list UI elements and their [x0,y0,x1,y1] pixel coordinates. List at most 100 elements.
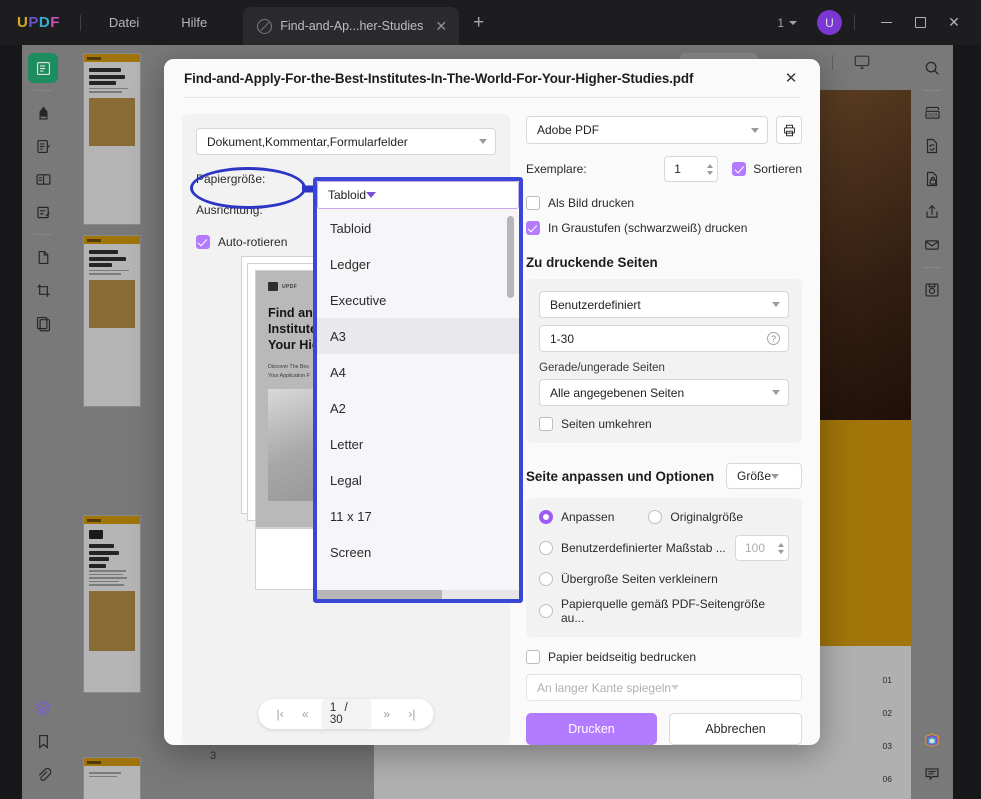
collate-label: Sortieren [753,162,802,176]
option-legal[interactable]: Legal [317,462,519,498]
printer-icon [783,124,795,136]
preview-logo-mark [268,282,278,291]
chevron-down-icon [771,473,780,479]
source-row: Papierquelle gemäß PDF-Seitengröße au... [539,597,789,625]
prev-page-button[interactable]: « [294,701,317,727]
grayscale-checkbox[interactable] [526,221,540,235]
pages-mode-select[interactable]: Benutzerdefiniert [539,291,789,318]
page-separator: / [344,702,348,714]
radio-paper-source[interactable] [539,604,553,618]
last-page-button[interactable]: ›| [400,701,423,727]
collate-row[interactable]: Sortieren [732,162,802,176]
chevron-down-icon [772,302,780,307]
radio-original[interactable] [648,510,663,524]
option-letter[interactable]: Letter [317,426,519,462]
chevron-down-icon [772,390,780,395]
close-dialog-button[interactable]: ✕ [780,67,802,89]
dialog-right-panel: Adobe PDF Exemplare: 1 Sortieren Als Bil… [526,114,802,745]
stepper-down-icon[interactable] [778,549,784,554]
dialog-title: Find-and-Apply-For-the-Best-Institutes-I… [184,70,694,86]
reverse-pages-label: Seiten umkehren [561,417,652,431]
option-a3[interactable]: A3 [317,318,519,354]
pages-card: Benutzerdefiniert 1-30 ? Gerade/ungerade… [526,279,802,443]
pages-range-input[interactable]: 1-30 ? [539,325,789,352]
fit-section-title: Seite anpassen und Optionen [526,468,715,484]
next-page-button[interactable]: » [375,701,398,727]
pages-range-value: 1-30 [550,331,575,346]
radio-shrink[interactable] [539,572,553,586]
shrink-row: Übergroße Seiten verkleinern [539,572,789,586]
radio-custom-scale[interactable] [539,541,553,555]
print-as-image-label: Als Bild drucken [548,196,635,210]
fit-section-title-row: Seite anpassen und Optionen Größe [526,463,802,489]
print-as-image-row[interactable]: Als Bild drucken [526,196,802,210]
odd-even-label: Gerade/ungerade Seiten [539,362,665,374]
total-pages: 30 [329,714,343,726]
flip-select: An langer Kante spiegeln [526,674,802,701]
option-executive[interactable]: Executive [317,282,519,318]
size-select[interactable]: Größe [726,463,802,489]
odd-even-value: Alle angegebenen Seiten [550,385,685,400]
option-a2[interactable]: A2 [317,390,519,426]
radio-fit[interactable] [539,510,553,524]
grayscale-label: In Graustufen (schwarzweiß) drucken [548,221,748,235]
printer-properties-button[interactable] [776,116,802,144]
duplex-checkbox[interactable] [526,650,540,664]
stepper-arrows[interactable] [778,542,784,554]
dropdown-vertical-scrollbar[interactable] [507,216,514,298]
fit-radio-row: Anpassen Originalgröße [539,510,789,524]
paper-size-label: Papiergröße: [196,172,266,186]
fit-card: Anpassen Originalgröße Benutzerdefiniert… [526,498,802,637]
app-window: U P D F Datei Hilfe Find-and-Ap...her-St… [0,0,981,799]
pages-mode-value: Benutzerdefiniert [550,297,641,312]
copies-stepper[interactable]: 1 [664,156,719,182]
option-11x17[interactable]: 11 x 17 [317,498,519,534]
option-ledger[interactable]: Ledger [317,246,519,282]
custom-scale-value: 100 [745,541,766,555]
radio-fit-label: Anpassen [561,510,615,524]
page-indicator[interactable]: 1 / 30 [320,699,372,729]
printer-row: Adobe PDF [526,116,802,144]
dropdown-horizontal-scrollbar[interactable] [317,590,519,599]
radio-shrink-label: Übergroße Seiten verkleinern [561,572,718,586]
collate-checkbox[interactable] [732,162,747,176]
radio-custom-scale-label: Benutzerdefinierter Maßstab ... [561,541,726,555]
copies-label: Exemplare: [526,162,587,176]
dialog-header: Find-and-Apply-For-the-Best-Institutes-I… [164,59,820,98]
help-icon[interactable]: ? [767,332,780,345]
pages-section-title: Zu druckende Seiten [526,255,658,270]
stepper-up-icon[interactable] [778,542,784,547]
stepper-arrows[interactable] [707,163,714,175]
option-a4[interactable]: A4 [317,354,519,390]
custom-scale-stepper[interactable]: 100 [735,535,789,561]
duplex-label: Papier beidseitig bedrucken [548,650,697,664]
grayscale-row[interactable]: In Graustufen (schwarzweiß) drucken [526,221,802,235]
chevron-down-icon [671,685,680,690]
reverse-pages-checkbox[interactable] [539,417,553,431]
cancel-button[interactable]: Abbrechen [669,713,802,745]
option-screen[interactable]: Screen [317,534,519,570]
print-as-image-checkbox[interactable] [526,196,540,210]
stepper-up-icon[interactable] [707,163,714,168]
copies-value: 1 [674,162,681,176]
chevron-down-icon [479,139,487,144]
custom-scale-row: Benutzerdefinierter Maßstab ... 100 [539,535,789,561]
preview-pager: |‹ « 1 / 30 » ›| [258,699,434,729]
option-tabloid[interactable]: Tabloid [317,210,519,246]
dialog-actions: Drucken Abbrechen [526,713,802,745]
radio-paper-source-label: Papierquelle gemäß PDF-Seitengröße au... [561,597,766,625]
duplex-row[interactable]: Papier beidseitig bedrucken [526,650,802,664]
stepper-down-icon[interactable] [707,170,714,175]
paper-size-dropdown: Tabloid Tabloid Ledger Executive A3 A4 A… [313,177,523,603]
orientation-label: Ausrichtung: [196,203,263,217]
print-button[interactable]: Drucken [526,713,657,745]
reverse-pages-row[interactable]: Seiten umkehren [539,417,789,431]
paper-size-select[interactable]: Tabloid [317,181,519,209]
content-select[interactable]: Dokument,Kommentar,Formularfelder [196,128,496,155]
first-page-button[interactable]: |‹ [268,701,291,727]
paper-size-option-list[interactable]: Tabloid Ledger Executive A3 A4 A2 Letter… [317,210,519,590]
odd-even-select[interactable]: Alle angegebenen Seiten [539,379,789,406]
flip-select-value: An langer Kante spiegeln [537,680,672,695]
paper-size-value: Tabloid [328,188,367,202]
printer-select[interactable]: Adobe PDF [526,116,768,144]
